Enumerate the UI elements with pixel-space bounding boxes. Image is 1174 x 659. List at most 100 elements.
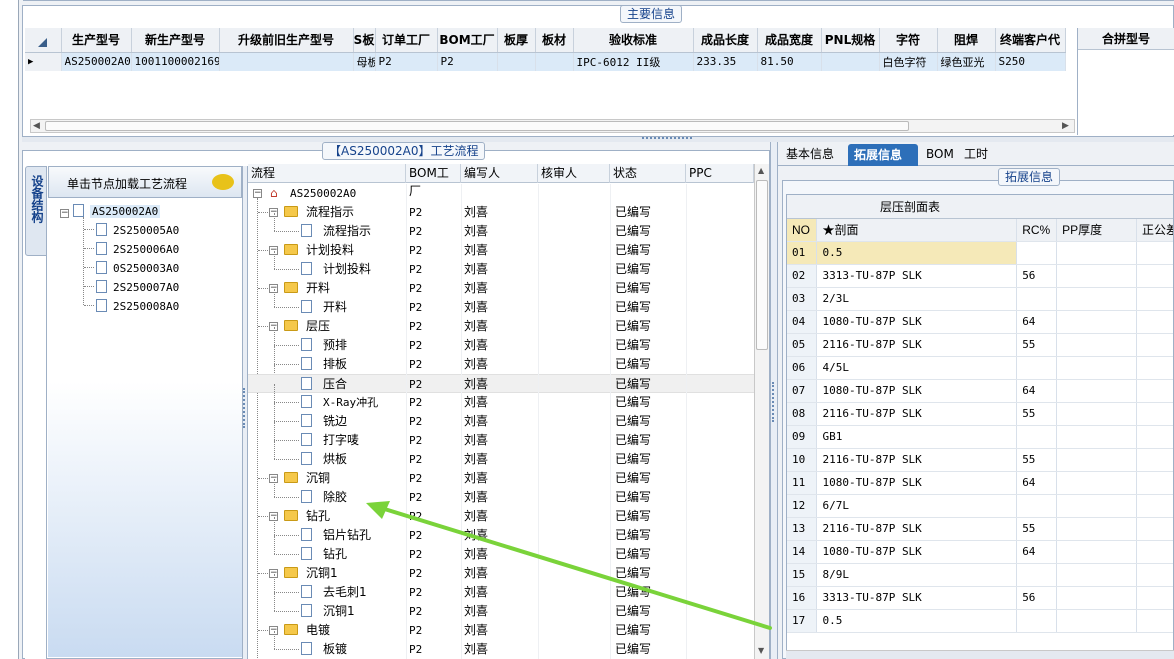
- flow-row[interactable]: 压合 P2 刘喜 已编写: [248, 374, 754, 393]
- table-row[interactable]: 17 0.5: [787, 609, 1173, 633]
- column-header[interactable]: 验收标准: [573, 28, 694, 53]
- column-header[interactable]: 正公差: [1136, 219, 1173, 242]
- column-header[interactable]: S板: [353, 28, 376, 53]
- table-row[interactable]: 09 GB1: [787, 425, 1173, 449]
- table-row[interactable]: 15 8/9L: [787, 563, 1173, 587]
- flow-row[interactable]: 烘板 P2 刘喜 已编写: [248, 450, 754, 469]
- horizontal-scrollbar[interactable]: ◀ ▶: [30, 119, 1075, 133]
- flow-row[interactable]: − 沉铜 P2 刘喜 已编写: [248, 469, 754, 488]
- scroll-thumb[interactable]: [45, 121, 909, 131]
- column-header[interactable]: BOM工厂: [437, 28, 498, 53]
- table-row[interactable]: 16 3313-TU-87P SLK 56: [787, 586, 1173, 610]
- column-header[interactable]: 新生产型号: [131, 28, 220, 53]
- tree-node[interactable]: 2S250007A0: [96, 280, 179, 294]
- column-header[interactable]: RC%: [1016, 219, 1058, 242]
- flow-row[interactable]: 开料 P2 刘喜 已编写: [248, 298, 754, 317]
- table-row[interactable]: 01 0.5: [787, 241, 1173, 265]
- lamination-scrollbar[interactable]: [786, 650, 1174, 659]
- tree-line: [84, 267, 94, 268]
- process-group-title: 【AS250002A0】工艺流程: [322, 142, 486, 160]
- flow-step-name: 钻孔: [323, 547, 348, 561]
- tree-node-root[interactable]: − ⌂ AS250002A0: [248, 184, 754, 203]
- main-info-group-title: 主要信息: [620, 5, 683, 23]
- column-header[interactable]: NO: [787, 219, 818, 242]
- column-header[interactable]: 板厚: [497, 28, 536, 53]
- scroll-right-icon[interactable]: ▶: [1062, 120, 1072, 132]
- table-row[interactable]: 03 2/3L: [787, 287, 1173, 311]
- column-header[interactable]: 板材: [535, 28, 574, 53]
- table-cell: 6/7L: [816, 494, 1018, 518]
- column-header[interactable]: 升级前旧生产型号: [219, 28, 354, 53]
- table-row[interactable]: ▶AS250002A010011000021699母板P2P2IPC-6012 …: [25, 52, 1066, 71]
- flow-row[interactable]: X-Ray冲孔 P2 刘喜 已编写: [248, 393, 754, 412]
- column-header[interactable]: PPC: [686, 164, 754, 183]
- flow-row[interactable]: 流程指示 P2 刘喜 已编写: [248, 222, 754, 241]
- flow-row[interactable]: 排板 P2 刘喜 已编写: [248, 355, 754, 374]
- flow-step-name: 开料: [323, 300, 348, 314]
- flow-writer: 刘喜: [464, 243, 489, 257]
- tab-work-hours[interactable]: 工时: [958, 142, 998, 166]
- flow-row[interactable]: 铣边 P2 刘喜 已编写: [248, 412, 754, 431]
- scroll-up-icon[interactable]: ▲: [758, 166, 764, 175]
- collapse-icon[interactable]: −: [253, 189, 262, 198]
- column-header[interactable]: 核审人: [538, 164, 610, 183]
- speech-bubble-icon: [212, 174, 234, 190]
- scroll-thumb[interactable]: [756, 180, 768, 350]
- column-header[interactable]: 成品宽度: [757, 28, 822, 53]
- tab-bom[interactable]: BOM: [920, 142, 954, 166]
- table-row[interactable]: 08 2116-TU-87P SLK 55: [787, 402, 1173, 426]
- scroll-down-icon[interactable]: ▼: [758, 646, 764, 655]
- flow-row[interactable]: 打字唛 P2 刘喜 已编写: [248, 431, 754, 450]
- flow-row[interactable]: 预排 P2 刘喜 已编写: [248, 336, 754, 355]
- tree-node-root[interactable]: − AS250002A0: [60, 204, 161, 218]
- row-indicator-header[interactable]: [25, 28, 62, 53]
- column-header[interactable]: 订单工厂: [375, 28, 438, 53]
- column-header[interactable]: 字符: [879, 28, 938, 53]
- column-header[interactable]: 流程: [248, 164, 406, 183]
- scroll-left-icon[interactable]: ◀: [33, 120, 43, 132]
- column-header[interactable]: 生产型号: [61, 28, 132, 53]
- tab-basic-info[interactable]: 基本信息: [780, 142, 842, 166]
- load-hint-bar[interactable]: 单击节点加载工艺流程: [48, 166, 242, 198]
- table-row[interactable]: 11 1080-TU-87P SLK 64: [787, 471, 1173, 495]
- column-header[interactable]: 阻焊: [937, 28, 996, 53]
- tab-device-structure[interactable]: 设备结构: [25, 166, 47, 256]
- column-header[interactable]: BOM工厂: [406, 164, 461, 198]
- flow-row[interactable]: − 计划投料 P2 刘喜 已编写: [248, 241, 754, 260]
- tree-node[interactable]: 0S250003A0: [96, 261, 179, 275]
- table-row[interactable]: 02 3313-TU-87P SLK 56: [787, 264, 1173, 288]
- flow-row[interactable]: 计划投料 P2 刘喜 已编写: [248, 260, 754, 279]
- table-row[interactable]: 04 1080-TU-87P SLK 64: [787, 310, 1173, 334]
- collapse-icon[interactable]: −: [60, 209, 69, 218]
- table-cell: 1080-TU-87P SLK: [816, 471, 1018, 495]
- flow-row[interactable]: − 开料 P2 刘喜 已编写: [248, 279, 754, 298]
- flow-row[interactable]: 板镀 P2 刘喜 已编写: [248, 640, 754, 659]
- column-header[interactable]: 编写人: [461, 164, 538, 183]
- table-cell: 0.5: [816, 609, 1018, 633]
- tree-node[interactable]: 2S250008A0: [96, 299, 179, 313]
- column-header[interactable]: PNL规格: [821, 28, 880, 53]
- table-row[interactable]: 06 4/5L: [787, 356, 1173, 380]
- column-header[interactable]: 终端客户代: [995, 28, 1066, 53]
- tab-extended-info[interactable]: 拓展信息: [848, 144, 918, 166]
- table-cell: IPC-6012 II级: [573, 52, 694, 71]
- tree-node[interactable]: 2S250005A0: [96, 223, 179, 237]
- table-cell: [219, 52, 354, 71]
- table-row[interactable]: 05 2116-TU-87P SLK 55: [787, 333, 1173, 357]
- column-header[interactable]: 成品长度: [693, 28, 758, 53]
- tree-node[interactable]: 2S250006A0: [96, 242, 179, 256]
- table-row[interactable]: 07 1080-TU-87P SLK 64: [787, 379, 1173, 403]
- table-row[interactable]: 12 6/7L: [787, 494, 1173, 518]
- flow-row[interactable]: − 流程指示 P2 刘喜 已编写: [248, 203, 754, 222]
- column-header[interactable]: ★剖面: [816, 219, 1018, 242]
- table-row[interactable]: 10 2116-TU-87P SLK 55: [787, 448, 1173, 472]
- flow-writer: 刘喜: [464, 205, 489, 219]
- tree-line: [84, 305, 94, 306]
- column-header[interactable]: 状态: [610, 164, 686, 183]
- flow-row[interactable]: − 层压 P2 刘喜 已编写: [248, 317, 754, 336]
- flow-writer: 刘喜: [464, 224, 489, 238]
- tab-device-structure-label: 设备结构: [30, 175, 44, 223]
- column-header[interactable]: PP厚度: [1056, 219, 1138, 242]
- table-row[interactable]: 14 1080-TU-87P SLK 64: [787, 540, 1173, 564]
- table-row[interactable]: 13 2116-TU-87P SLK 55: [787, 517, 1173, 541]
